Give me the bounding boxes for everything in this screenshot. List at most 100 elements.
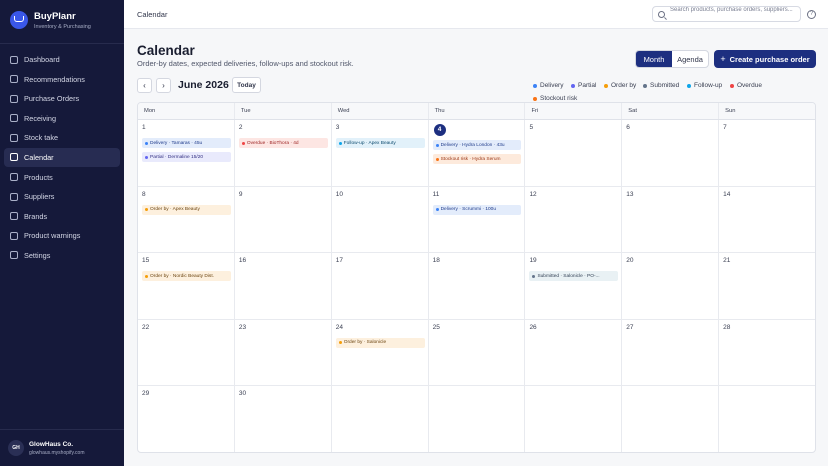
calendar-day-cell[interactable]: [332, 386, 429, 452]
calendar-day-cell[interactable]: 15 Order by · Nordic Beauty Dist.: [138, 253, 235, 319]
create-purchase-order-label: Create purchase order: [729, 54, 810, 64]
sidebar-item-label: Recommendations: [24, 74, 85, 84]
sidebar-item-brands[interactable]: Brands: [4, 207, 120, 226]
sidebar-item-label: Calendar: [24, 152, 54, 162]
calendar-day-cell[interactable]: 11 Delivery · Scrummi · 100u: [429, 186, 526, 253]
event-dot: [532, 274, 536, 278]
calendar-event-orderby[interactable]: Order by · Salonicle: [335, 337, 425, 348]
event-dot: [338, 141, 342, 145]
calendar-event-delivery[interactable]: Delivery · Hydra London · 43u: [432, 140, 522, 150]
calendar-day-cell[interactable]: 3 Follow-up · Apex Beauty: [332, 120, 429, 186]
calendar-day-cell[interactable]: 19 Submitted · Salonicle · PO-...: [525, 253, 623, 319]
calendar-day-cell[interactable]: [429, 386, 526, 452]
tag-icon: [10, 212, 18, 221]
calendar-event-delivery[interactable]: Delivery · Tamaras · 45u: [142, 138, 231, 148]
sidebar-item-product-warnings[interactable]: Product warnings: [4, 226, 120, 245]
calendar-day-cell[interactable]: 7: [719, 120, 815, 186]
calendar-day-cell[interactable]: 5: [525, 120, 623, 186]
calendar-week: 15 Order by · Nordic Beauty Dist. 16 17 18 19…: [138, 253, 815, 320]
sidebar-item-stock-take[interactable]: Stock take: [4, 128, 120, 147]
calendar-day-cell[interactable]: 13: [622, 186, 720, 253]
sidebar-item-label: Brands: [24, 211, 48, 221]
calendar-day-cell[interactable]: 6: [622, 120, 720, 186]
legend-item-order-by: Order by: [604, 82, 636, 89]
event-dot: [435, 157, 439, 161]
calendar-day-cell[interactable]: 27: [622, 319, 720, 386]
calendar-day-cell[interactable]: 12: [525, 186, 623, 253]
day-number: 9: [238, 190, 243, 198]
sidebar-item-products[interactable]: Products: [4, 168, 120, 187]
calendar-day-cell[interactable]: 1 Delivery · Tamaras · 45u Partial · Derma…: [138, 120, 235, 186]
calendar-day-cell[interactable]: 10: [332, 186, 429, 253]
view-agenda-button[interactable]: Agenda: [672, 51, 708, 67]
sidebar-item-label: Purchase Orders: [24, 94, 80, 104]
account-domain: glowhaus.myshopify.com: [29, 449, 85, 456]
calendar-day-cell[interactable]: 26: [525, 319, 623, 386]
today-marker: 4: [433, 124, 446, 136]
calendar-day-cell[interactable]: 23: [235, 319, 332, 386]
calendar-day-cell[interactable]: [622, 386, 720, 452]
sidebar-item-settings[interactable]: Settings: [4, 246, 120, 265]
legend-item-overdue: Overdue: [730, 82, 762, 89]
sidebar-item-calendar[interactable]: Calendar: [4, 147, 120, 167]
calendar-day-cell[interactable]: 4 Delivery · Hydra London · 43u Stockout r…: [429, 120, 526, 186]
account-switcher[interactable]: GH GlowHaus Co. glowhaus.myshopify.com: [8, 440, 85, 456]
calendar-day-cell[interactable]: 2 Overdue · BioThora · 4d: [235, 120, 332, 186]
calendar-event-stockout[interactable]: Stockout risk · Hydra Serum: [432, 154, 522, 164]
suppliers-icon: [10, 192, 18, 201]
event-label: Follow-up · Apex Beauty: [343, 140, 396, 146]
next-month-button[interactable]: ›: [156, 78, 171, 93]
calendar-day-cell[interactable]: 16: [235, 253, 332, 319]
legend-dot: [730, 83, 734, 88]
view-month-button[interactable]: Month: [636, 51, 672, 67]
calendar-day-cell[interactable]: 20: [622, 253, 720, 319]
calendar-event-partial[interactable]: Partial · Dermaline 15/20: [142, 152, 231, 162]
prev-month-button[interactable]: ‹: [137, 78, 152, 93]
calendar-event-followup[interactable]: Follow-up · Apex Beauty: [335, 138, 425, 148]
legend-label: Delivery: [540, 82, 564, 89]
day-number: 25: [432, 323, 440, 331]
sidebar-item-dashboard[interactable]: Dashboard: [4, 50, 120, 69]
sidebar-item-suppliers[interactable]: Suppliers: [4, 187, 120, 206]
calendar-day-cell[interactable]: 14: [719, 187, 815, 253]
sidebar-item-recommendations[interactable]: Recommendations: [4, 70, 120, 89]
search-input[interactable]: Search products, purchase orders, suppli…: [652, 6, 801, 22]
help-icon[interactable]: ?: [807, 10, 816, 19]
today-button[interactable]: Today: [232, 77, 261, 93]
gear-icon: [10, 251, 18, 260]
calendar-event-delivery[interactable]: Delivery · Scrummi · 100u: [432, 204, 522, 215]
calendar-day-cell[interactable]: 21: [719, 253, 815, 319]
create-purchase-order-button[interactable]: + Create purchase order: [714, 50, 816, 68]
legend-dot: [643, 83, 647, 88]
sidebar-item-purchase-orders[interactable]: Purchase Orders: [4, 89, 120, 108]
brand[interactable]: BuyPlanr Inventory & Purchasing: [0, 0, 124, 40]
plus-icon: +: [720, 54, 726, 64]
calendar-day-cell[interactable]: 9: [235, 186, 332, 253]
calendar-day-cell[interactable]: 22: [138, 319, 235, 386]
view-toggle: Month Agenda: [635, 50, 709, 68]
legend-dot: [604, 83, 608, 88]
calendar-event-submitted[interactable]: Submitted · Salonicle · PO-...: [529, 271, 619, 282]
calendar-day-cell[interactable]: 8 Order by · Apex Beauty: [138, 186, 235, 253]
account-name: GlowHaus Co.: [29, 440, 74, 448]
calendar-day-cell[interactable]: 28: [719, 320, 815, 386]
calendar-day-cell[interactable]: 25: [429, 319, 526, 386]
calendar-day-cell[interactable]: 18: [429, 253, 526, 319]
calendar-event-overdue[interactable]: Overdue · BioThora · 4d: [238, 138, 328, 148]
sidebar-item-receiving[interactable]: Receiving: [4, 109, 120, 128]
calendar-event-orderby[interactable]: Order by · Nordic Beauty Dist.: [142, 271, 231, 282]
calendar-day-cell[interactable]: 30: [235, 386, 332, 452]
sidebar-item-label: Product warnings: [24, 231, 81, 241]
day-number: 22: [142, 323, 150, 331]
weekday-label: Mon: [138, 103, 235, 119]
weekday-label: Fri: [525, 103, 623, 119]
calendar-day-cell[interactable]: 17: [332, 253, 429, 319]
calendar-day-cell[interactable]: [525, 386, 623, 452]
calendar-event-orderby[interactable]: Order by · Apex Beauty: [142, 204, 231, 215]
weekday-label: Sat: [622, 103, 720, 119]
calendar-day-cell[interactable]: 24 Order by · Salonicle: [332, 319, 429, 386]
day-number: [626, 390, 715, 400]
calendar-day-cell[interactable]: 29: [138, 386, 235, 452]
legend-item-submitted: Submitted: [643, 82, 679, 89]
calendar-day-cell[interactable]: [719, 386, 815, 452]
